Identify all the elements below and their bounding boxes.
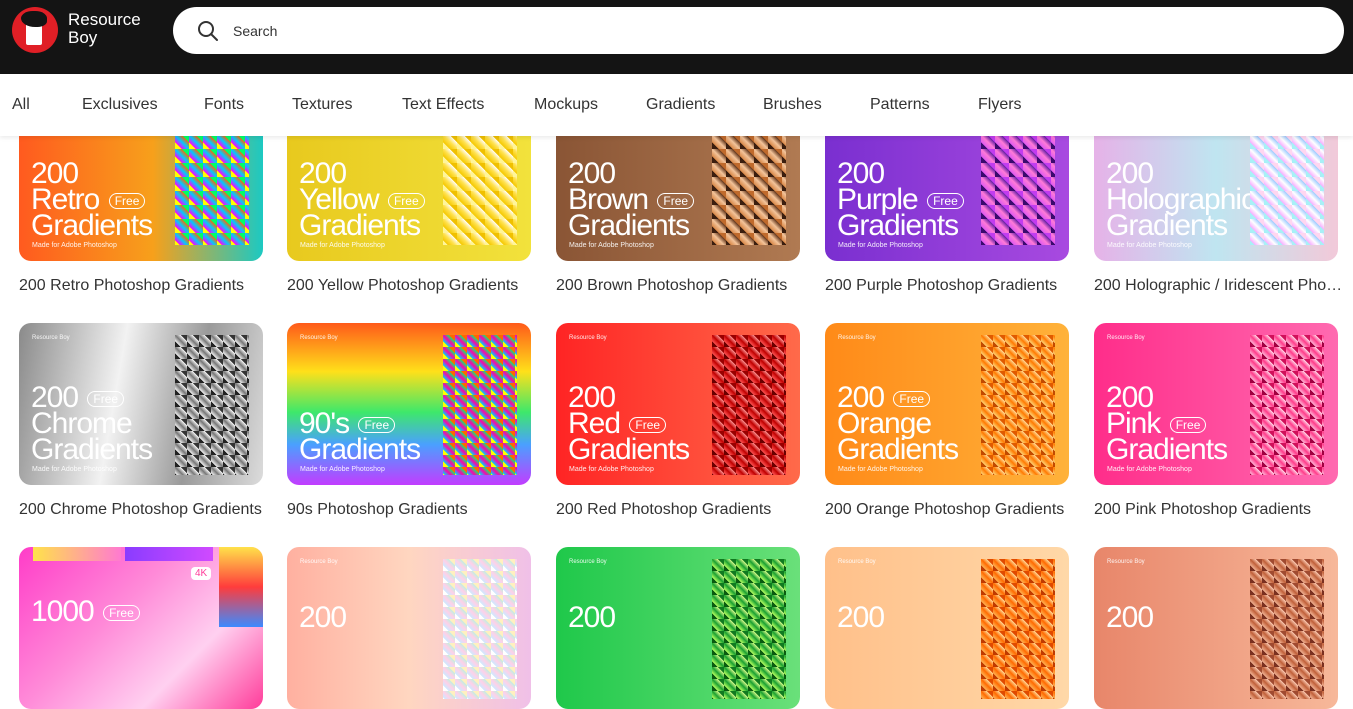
made-for-label: Made for Adobe Photoshop (1107, 242, 1192, 249)
gradient-swatch-grid (443, 335, 517, 475)
product-thumbnail[interactable]: Resource Boy 200 (825, 547, 1069, 709)
gradient-swatch-grid (712, 559, 786, 699)
card-title[interactable]: 200 Retro Photoshop Gradients (19, 277, 269, 295)
made-for-label: Made for Adobe Photoshop (32, 242, 117, 249)
thumb-title: 200 Brown Free Gradients (568, 159, 695, 241)
gradient-swatch-grid (175, 335, 249, 475)
made-for-label: Made for Adobe Photoshop (32, 466, 117, 473)
product-card[interactable]: 4K 1000 Free (19, 547, 263, 709)
category-nav: All Exclusives Fonts Textures Text Effec… (0, 74, 1353, 136)
product-card[interactable]: Resource Boy 200 Free Chrome Gradients Mad… (19, 323, 263, 518)
product-thumbnail[interactable]: Resource Boy 200 (556, 547, 800, 709)
thumb-title: 200 Pink Free Gradients (1106, 381, 1228, 466)
brand-line-2: Boy (68, 28, 98, 47)
top-bar: Resource Boy (0, 0, 1353, 74)
thumb-brand-label: Resource Boy (32, 335, 70, 341)
gradient-swatch-grid (981, 135, 1055, 245)
thumb-title: 90's Free Gradients (299, 407, 421, 466)
card-title[interactable]: 90s Photoshop Gradients (287, 501, 537, 519)
made-for-label: Made for Adobe Photoshop (838, 242, 923, 249)
card-title[interactable]: 200 Orange Photoshop Gradients (825, 501, 1075, 519)
product-card[interactable]: Resource Boy 200 Free Orange Gradients Mad… (825, 323, 1069, 518)
search-icon (198, 21, 218, 41)
product-thumbnail[interactable]: Resource Boy 200 (1094, 547, 1338, 709)
made-for-label: Made for Adobe Photoshop (300, 466, 385, 473)
product-card[interactable]: Resource Boy 200 (556, 547, 800, 709)
thumb-title: 200 Retro Free Gradients (31, 157, 153, 242)
nav-brushes[interactable]: Brushes (763, 96, 822, 114)
brand-line-1: Resource (68, 10, 141, 29)
product-card[interactable]: Resource Boy 200 (825, 547, 1069, 709)
product-thumbnail[interactable]: Resource Boy 200 Free Chrome Gradients Mad… (19, 323, 263, 485)
thumb-title: 200 (837, 601, 885, 634)
thumb-brand-label: Resource Boy (838, 559, 876, 565)
card-title[interactable]: 200 Chrome Photoshop Gradients (19, 501, 269, 519)
made-for-label: Made for Adobe Photoshop (1107, 466, 1192, 473)
nav-fonts[interactable]: Fonts (204, 96, 244, 114)
search-input[interactable] (233, 19, 1313, 43)
thumb-brand-label: Resource Boy (569, 335, 607, 341)
product-card[interactable]: Resource Boy 200 (287, 547, 531, 709)
card-title[interactable]: 200 Brown Photoshop Gradients (556, 277, 806, 295)
search-bar[interactable] (173, 7, 1344, 54)
product-thumbnail[interactable]: Resource Boy 200 Pink Free Gradients Made … (1094, 323, 1338, 485)
made-for-label: Made for Adobe Photoshop (838, 466, 923, 473)
thumb-title: 200 (299, 601, 347, 634)
thumb-title: 200 (568, 601, 616, 634)
gradient-swatch-grid (1250, 559, 1324, 699)
thumb-title: 200 Free Chrome Gradients (31, 381, 153, 466)
gradient-swatch-grid (981, 335, 1055, 475)
nav-mockups[interactable]: Mockups (534, 96, 598, 114)
gradient-swatch-grid (1250, 335, 1324, 475)
thumb-title: 200 (1106, 601, 1154, 634)
4k-badge: 4K (191, 567, 212, 580)
thumb-brand-label: Resource Boy (1107, 559, 1145, 565)
thumb-title: 200 Free Orange Gradients (837, 381, 959, 466)
product-card[interactable]: Resource Boy 90's Free Gradients Made for… (287, 323, 531, 518)
card-title[interactable]: 200 Holographic / Iridescent Photoshop G… (1094, 277, 1344, 295)
nav-patterns[interactable]: Patterns (870, 96, 930, 114)
gradient-swatch-grid (1250, 135, 1324, 245)
card-title[interactable]: 200 Yellow Photoshop Gradients (287, 277, 537, 295)
thumb-title: 200 Yellow Free Gradients (299, 159, 425, 241)
nav-gradients[interactable]: Gradients (646, 96, 715, 114)
resource-boy-logo-icon[interactable] (12, 7, 58, 53)
made-for-label: Made for Adobe Photoshop (569, 466, 654, 473)
product-card[interactable]: Resource Boy 200 Red Free Gradients Made f… (556, 323, 800, 518)
thumb-title: 1000 Free (31, 597, 140, 627)
nav-text-effects[interactable]: Text Effects (402, 96, 484, 114)
gradient-swatch-grid (443, 559, 517, 699)
thumb-title: 200 Red Free Gradients (568, 381, 690, 466)
thumb-brand-label: Resource Boy (1107, 335, 1145, 341)
nav-textures[interactable]: Textures (292, 96, 352, 114)
thumb-brand-label: Resource Boy (838, 335, 876, 341)
thumb-brand-label: Resource Boy (300, 335, 338, 341)
made-for-label: Made for Adobe Photoshop (569, 242, 654, 249)
product-thumbnail[interactable]: Resource Boy 200 (287, 547, 531, 709)
thumb-title: 200 Purple Free Gradients (837, 159, 964, 241)
thumb-brand-label: Resource Boy (569, 559, 607, 565)
nav-flyers[interactable]: Flyers (978, 96, 1022, 114)
gradient-swatch-grid (443, 135, 517, 245)
product-thumbnail[interactable]: Resource Boy 90's Free Gradients Made for… (287, 323, 531, 485)
nav-all[interactable]: All (12, 96, 30, 114)
gradient-swatch-grid (712, 135, 786, 245)
card-title[interactable]: 200 Red Photoshop Gradients (556, 501, 806, 519)
product-thumbnail[interactable]: 4K 1000 Free (19, 547, 263, 709)
thumb-brand-label: Resource Boy (300, 559, 338, 565)
gradient-swatch-grid (175, 135, 249, 245)
gradient-swatch-grid (981, 559, 1055, 699)
product-thumbnail[interactable]: Resource Boy 200 Free Orange Gradients Mad… (825, 323, 1069, 485)
gradient-swatch-grid (712, 335, 786, 475)
product-card[interactable]: Resource Boy 200 (1094, 547, 1338, 709)
product-thumbnail[interactable]: Resource Boy 200 Red Free Gradients Made f… (556, 323, 800, 485)
card-title[interactable]: 200 Purple Photoshop Gradients (825, 277, 1075, 295)
nav-exclusives[interactable]: Exclusives (82, 96, 158, 114)
product-card[interactable]: Resource Boy 200 Pink Free Gradients Made … (1094, 323, 1338, 518)
made-for-label: Made for Adobe Photoshop (300, 242, 385, 249)
card-title[interactable]: 200 Pink Photoshop Gradients (1094, 501, 1344, 519)
brand-name[interactable]: Resource Boy (68, 11, 141, 47)
